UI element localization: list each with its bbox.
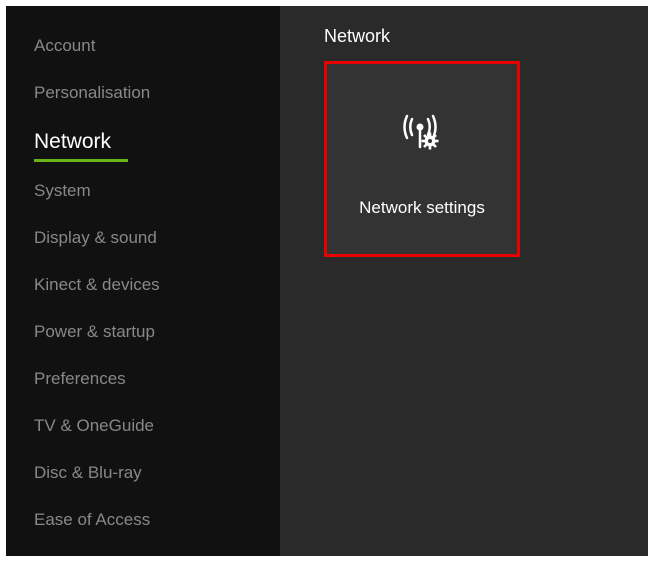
sidebar-item-label: Display & sound [34, 228, 157, 247]
network-settings-tile[interactable]: Network settings [324, 61, 520, 257]
sidebar-item-preferences[interactable]: Preferences [34, 369, 280, 389]
network-antenna-gear-icon [400, 111, 444, 160]
sidebar-item-label: Ease of Access [34, 510, 150, 529]
sidebar-item-personalisation[interactable]: Personalisation [34, 83, 280, 103]
sidebar-item-ease-of-access[interactable]: Ease of Access [34, 510, 280, 530]
page-title: Network [324, 26, 648, 47]
sidebar-item-power-startup[interactable]: Power & startup [34, 322, 280, 342]
sidebar-item-account[interactable]: Account [34, 36, 280, 56]
sidebar-item-label: Personalisation [34, 83, 150, 102]
sidebar-item-label: Kinect & devices [34, 275, 160, 294]
sidebar-item-label: TV & OneGuide [34, 416, 154, 435]
sidebar-item-label: Account [34, 36, 95, 55]
sidebar-item-tv-oneguide[interactable]: TV & OneGuide [34, 416, 280, 436]
sidebar-item-label: System [34, 181, 91, 200]
sidebar-item-disc-bluray[interactable]: Disc & Blu-ray [34, 463, 280, 483]
sidebar-item-label: Power & startup [34, 322, 155, 341]
sidebar-item-label: Disc & Blu-ray [34, 463, 142, 482]
sidebar-item-system[interactable]: System [34, 181, 280, 201]
sidebar-item-display-sound[interactable]: Display & sound [34, 228, 280, 248]
sidebar-item-kinect-devices[interactable]: Kinect & devices [34, 275, 280, 295]
sidebar-item-label: Network [34, 130, 111, 153]
settings-sidebar: Account Personalisation Network System D… [6, 6, 280, 556]
sidebar-item-label: Preferences [34, 369, 126, 388]
tile-label: Network settings [359, 198, 485, 218]
main-content: Network [280, 6, 648, 556]
sidebar-item-network[interactable]: Network [34, 130, 280, 154]
